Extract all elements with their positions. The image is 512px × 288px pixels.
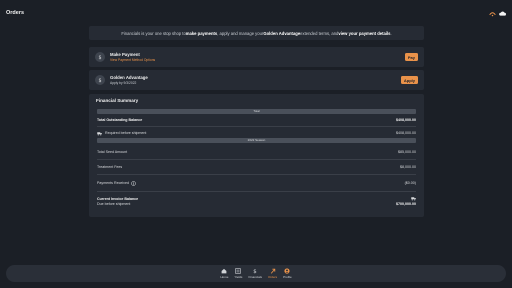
home-icon <box>221 268 227 274</box>
payment-options-link[interactable]: View Payment Method Options <box>110 58 155 62</box>
svg-text:$: $ <box>98 55 101 60</box>
info-text-suffix: . <box>390 30 392 36</box>
nav-orders-label: Orders <box>267 274 278 279</box>
truck-icon <box>411 196 416 201</box>
invoice-sub-row: Due before shipment $700,000.00 <box>97 202 416 206</box>
divider <box>97 158 416 159</box>
page-title: Orders <box>6 10 25 16</box>
pay-button[interactable]: Pay <box>404 53 418 61</box>
seed-label: Total Seed Amount <box>97 149 128 154</box>
divider <box>97 190 416 191</box>
outstanding-label: Total Outstanding Balance <box>97 118 143 122</box>
nav-profile-label: Profile <box>283 274 292 279</box>
info-text-mid2: extended terms, and <box>300 30 339 36</box>
treatment-value: $8,000.00 <box>400 165 416 169</box>
make-payment-title: Make Payment <box>110 51 140 57</box>
profile-icon <box>284 268 290 274</box>
outstanding-value: $408,000.00 <box>396 118 416 122</box>
info-icon[interactable] <box>131 180 136 186</box>
info-text-prefix: Financials is your one stop shop to <box>121 30 186 36</box>
info-text-make-payments: make payments <box>185 30 218 36</box>
dollar-icon: $ <box>252 268 258 274</box>
nav-yields-label: Yields <box>234 274 243 279</box>
svg-text:$: $ <box>253 269 256 274</box>
golden-advantage-deadline: Apply by 9/3/2022 <box>110 81 137 86</box>
yields-icon <box>235 268 242 274</box>
payments-label: Payments Received <box>97 181 129 185</box>
info-text-golden: Golden Advantage <box>263 30 301 36</box>
summary-title: Financial Summary <box>96 98 139 103</box>
total-section-header: Total <box>97 109 416 114</box>
nav-home[interactable]: Home <box>220 268 228 279</box>
app-bar: Orders <box>0 0 512 26</box>
required-value: $408,000.00 <box>396 131 416 135</box>
outstanding-balance-row: Total Outstanding Balance $408,000.00 <box>97 118 416 122</box>
treatment-label: Treatment Fees <box>97 165 123 169</box>
svg-text:$: $ <box>98 78 101 83</box>
financials-content: Financials is your one stop shop to make… <box>89 26 424 217</box>
seed-amount-row: Total Seed Amount $85,000.00 <box>97 150 416 154</box>
info-banner: Financials is your one stop shop to make… <box>89 26 424 40</box>
invoice-value: $700,000.00 <box>396 202 416 206</box>
truck-icon <box>97 131 102 136</box>
season-section-header: 2022 Season <box>97 137 416 143</box>
payments-received-row: Payments Received ($0.00) <box>97 180 416 186</box>
treatment-fees-row: Treatment Fees $8,000.00 <box>97 165 416 169</box>
make-payment-card[interactable]: $ Make Payment View Payment Method Optio… <box>89 47 424 67</box>
nav-financials-label: Financials <box>248 274 262 279</box>
golden-advantage-card[interactable]: $ Golden Advantage Apply by 9/3/2022 App… <box>89 70 424 90</box>
dollar-icon: $ <box>95 52 105 62</box>
payments-value: ($0.00) <box>404 181 416 185</box>
financial-summary: Financial Summary Total Total Outstandin… <box>89 94 424 217</box>
dollar-icon: $ <box>95 75 105 85</box>
nav-profile[interactable]: Profile <box>283 268 292 279</box>
required-before-shipment-row: Required before shipment $408,000.00 <box>97 131 416 136</box>
invoice-sublabel: Due before shipment <box>97 202 131 206</box>
invoice-label: Current Invoice Balance <box>97 196 139 201</box>
nav-orders[interactable]: Orders <box>268 268 277 279</box>
required-label: Required before shipment <box>105 131 147 135</box>
app-bar-actions <box>489 10 506 17</box>
divider <box>97 174 416 175</box>
nav-financials[interactable]: $ Financials <box>248 268 262 279</box>
cloud-icon[interactable] <box>499 10 506 17</box>
apply-button[interactable]: Apply <box>400 76 418 84</box>
info-text-payment-details: view your payment details <box>338 30 391 36</box>
info-text-mid1: , apply and manage your <box>217 30 264 36</box>
nav-home-label: Home <box>220 274 229 279</box>
current-invoice-row: Current Invoice Balance <box>97 196 416 201</box>
nav-yields[interactable]: Yields <box>234 268 242 279</box>
golden-advantage-title: Golden Advantage <box>110 74 148 80</box>
orders-icon <box>270 268 276 274</box>
signal-icon[interactable] <box>489 10 496 17</box>
bottom-navigation: Home Yields $ Financials Orders Profile <box>6 265 506 282</box>
divider <box>97 126 416 127</box>
seed-value: $85,000.00 <box>398 149 416 154</box>
